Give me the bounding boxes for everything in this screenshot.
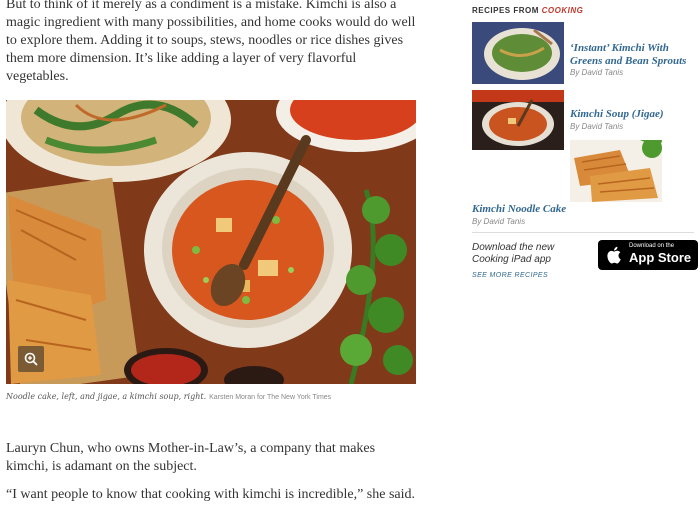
- zoom-button[interactable]: [18, 346, 44, 372]
- intro-paragraph: But to think of it merely as a condiment…: [6, 0, 416, 84]
- sidebar-divider: [472, 232, 694, 233]
- recipe-thumb-kimchi-soup[interactable]: [472, 90, 564, 150]
- zoom-in-icon: [24, 352, 38, 366]
- recipe-title-noodle-cake[interactable]: Kimchi Noodle Cake: [472, 203, 612, 216]
- kimchi-soup-image: [472, 90, 564, 150]
- appstore-small-text: Download on the: [629, 243, 675, 249]
- recipe-author-instant-kimchi: By David Tanis: [570, 68, 624, 77]
- see-more-recipes-link[interactable]: SEE MORE RECIPES: [472, 272, 548, 279]
- recipe-title-kimchi-soup[interactable]: Kimchi Soup (Jigae): [570, 108, 696, 121]
- quote-paragraph: “I want people to know that cooking with…: [6, 487, 416, 502]
- recipe-thumb-noodle-cake[interactable]: [570, 140, 662, 202]
- cooking-brand-link[interactable]: COOKING: [542, 6, 584, 15]
- kimchi-soup-photo-art: [6, 100, 416, 384]
- recipe-author-kimchi-soup: By David Tanis: [570, 122, 624, 131]
- appstore-big-text: App Store: [629, 250, 692, 265]
- photo-caption: Noodle cake, left, and jigae, a kimchi s…: [6, 392, 426, 401]
- recipe-author-noodle-cake: By David Tanis: [472, 217, 526, 226]
- ipad-promo-text: Download the new Cooking iPad app: [472, 242, 555, 265]
- recipes-heading-prefix: RECIPES FROM: [472, 6, 539, 15]
- apple-icon: [607, 246, 621, 264]
- app-store-badge[interactable]: Download on the App Store: [598, 240, 698, 270]
- article-photo[interactable]: [6, 100, 416, 384]
- recipes-heading: RECIPES FROM COOKING: [472, 6, 583, 15]
- recipe-thumb-instant-kimchi[interactable]: [472, 22, 564, 84]
- recipe-title-instant-kimchi[interactable]: ‘Instant’ Kimchi With Greens and Bean Sp…: [570, 42, 696, 68]
- caption-text: Noodle cake, left, and jigae, a kimchi s…: [6, 392, 207, 401]
- photo-credit: Karsten Moran for The New York Times: [209, 394, 332, 401]
- instant-kimchi-image: [472, 22, 564, 84]
- lauryn-paragraph: Lauryn Chun, who owns Mother-in-Law’s, a…: [6, 441, 376, 474]
- noodle-cake-image: [570, 140, 662, 202]
